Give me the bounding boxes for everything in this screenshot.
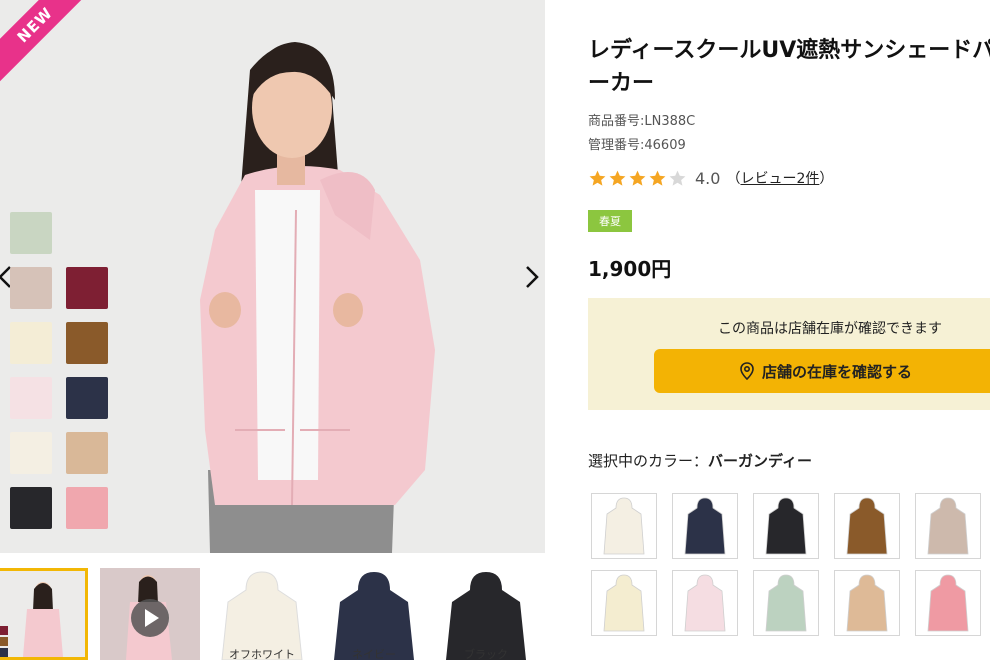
star-icon	[589, 170, 606, 186]
map-pin-icon	[740, 362, 754, 380]
thumbnail-video[interactable]	[100, 568, 200, 660]
thumbnail-label: オフホワイト	[229, 648, 295, 660]
product-title: レディースクールUV遮熱サンシェードパーカー	[588, 38, 990, 96]
swatch-cream[interactable]	[10, 322, 52, 364]
swatch-navy[interactable]	[66, 377, 108, 419]
swatch-off-white[interactable]	[10, 432, 52, 474]
store-stock-box: この商品は店舗在庫が確認できます 店舗の在庫を確認する	[588, 298, 990, 410]
color-option-cream[interactable]	[591, 570, 657, 636]
hoodie-icon	[846, 574, 888, 632]
review-open-paren: （	[726, 171, 741, 187]
hoodie-icon	[927, 574, 969, 632]
thumbnail-off-white[interactable]: オフホワイト	[212, 568, 312, 660]
hoodie-icon	[684, 574, 726, 632]
color-option-coral[interactable]	[915, 570, 981, 636]
season-badge: 春夏	[588, 210, 632, 232]
play-icon	[131, 599, 169, 637]
color-option-black[interactable]	[753, 493, 819, 559]
color-option-brown[interactable]	[834, 493, 900, 559]
main-product-image: NEW	[0, 0, 545, 553]
color-option-pink[interactable]	[672, 570, 738, 636]
hoodie-icon	[765, 574, 807, 632]
swatch-beige[interactable]	[10, 267, 52, 309]
color-option-navy[interactable]	[672, 493, 738, 559]
swatch-burgundy[interactable]	[66, 267, 108, 309]
color-option-beige[interactable]	[915, 493, 981, 559]
thumbnail-black[interactable]: ブラック	[436, 568, 536, 660]
chevron-right-icon	[526, 266, 539, 288]
swatch-coral[interactable]	[66, 487, 108, 529]
thumbnail-navy[interactable]: ネイビー	[324, 568, 424, 660]
price: 1,900円	[588, 257, 672, 281]
star-icon	[609, 170, 626, 186]
hoodie-icon	[603, 574, 645, 632]
thumbnail-label: ネイビー	[352, 648, 396, 660]
check-store-stock-label: 店舗の在庫を確認する	[761, 363, 912, 381]
swatch-camel[interactable]	[66, 432, 108, 474]
selected-color-prefix: 選択中のカラー：	[588, 452, 709, 470]
hoodie-icon	[684, 497, 726, 555]
color-option-off-white[interactable]	[591, 493, 657, 559]
management-number: 管理番号:46609	[588, 138, 686, 153]
thumbnail-model-image	[0, 571, 85, 657]
hoodie-icon	[765, 497, 807, 555]
thumbnail-strip: オフホワイト ネイビー ブラック	[0, 568, 545, 660]
swatch-pink[interactable]	[10, 377, 52, 419]
item-number: 商品番号:LN388C	[588, 114, 696, 129]
check-store-stock-button[interactable]: 店舗の在庫を確認する	[654, 349, 990, 393]
hoodie-icon	[846, 497, 888, 555]
star-icon	[629, 170, 646, 186]
color-option-camel[interactable]	[834, 570, 900, 636]
thumbnail-label: ブラック	[464, 648, 508, 660]
next-image-button[interactable]	[521, 262, 543, 292]
selected-color: 選択中のカラー：バーガンディー	[588, 450, 812, 471]
rating: 4.0 （ レビュー2件 ）	[588, 168, 833, 188]
swatch-sage[interactable]	[10, 212, 52, 254]
swatch-brown[interactable]	[66, 322, 108, 364]
rating-value: 4.0	[695, 168, 721, 188]
hoodie-icon	[603, 497, 645, 555]
star-rating	[588, 169, 687, 188]
review-close-paren: ）	[819, 171, 834, 187]
star-icon	[669, 170, 686, 186]
thumbnail-photo[interactable]	[0, 568, 88, 660]
color-option-sage[interactable]	[753, 570, 819, 636]
star-icon	[649, 170, 666, 186]
swatch-black[interactable]	[10, 487, 52, 529]
hoodie-icon	[927, 497, 969, 555]
selected-color-value: バーガンディー	[708, 452, 812, 470]
store-stock-note: この商品は店舗在庫が確認できます	[718, 321, 942, 337]
review-link[interactable]: レビュー2件	[740, 168, 819, 188]
